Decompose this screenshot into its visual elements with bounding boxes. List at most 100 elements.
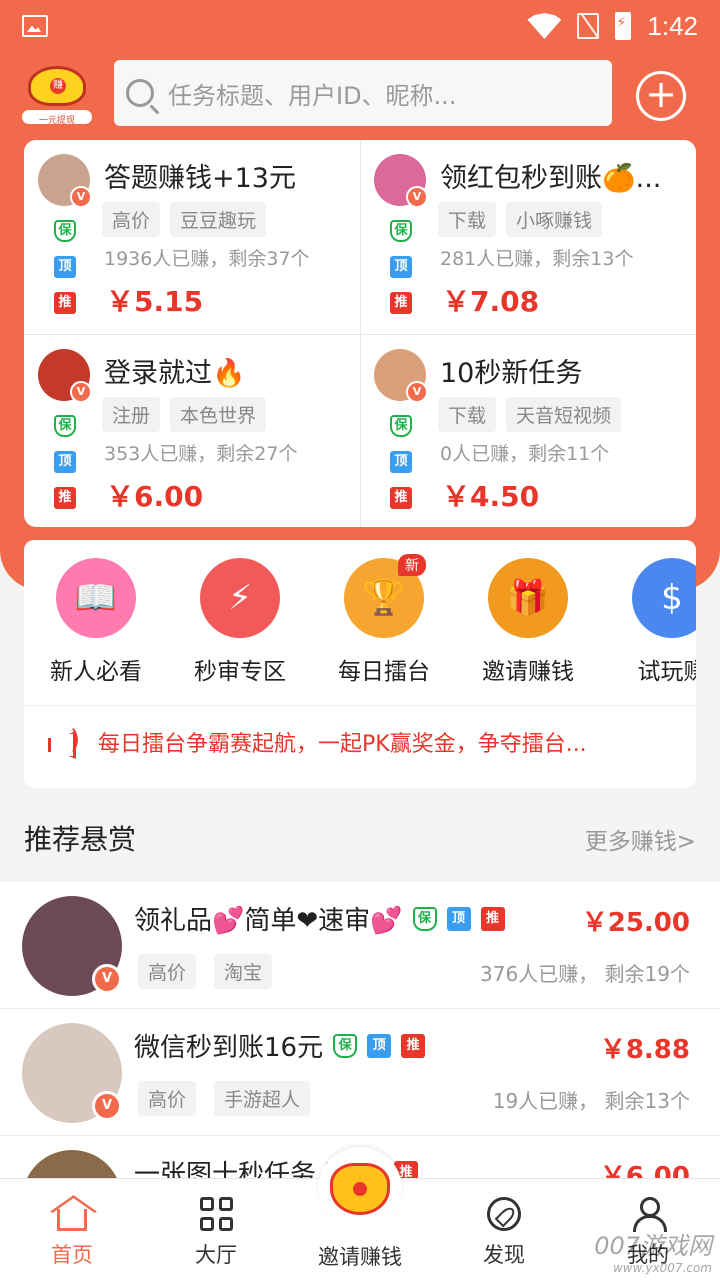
item-tags: 高价 淘宝: [138, 954, 273, 989]
tab-label: 邀请赚钱: [318, 1245, 402, 1269]
task-tag: 豆豆趣玩: [170, 202, 267, 237]
task-tag: 下载: [438, 202, 497, 237]
task-stat: 1936人已赚，剩余37个: [104, 248, 310, 270]
tab-hall[interactable]: 大厅: [144, 1179, 288, 1280]
task-tag: 小啄赚钱: [506, 202, 603, 237]
list-item[interactable]: V 微信秒到账16元保顶推 ￥8.88 高价 手游超人 19人已赚， 剩余13个: [0, 1009, 720, 1136]
app-logo[interactable]: 赚 一元提现: [22, 60, 92, 130]
verified-badge: V: [92, 964, 122, 994]
top-badge: 顶: [390, 256, 412, 278]
task-tags: 下载 天音短视频: [438, 397, 622, 432]
tab-invite[interactable]: 邀请赚钱: [288, 1147, 432, 1280]
watermark: 007游戏网 www.yx007.com: [594, 1232, 712, 1275]
entry-1[interactable]: ⚡ 秒审专区: [168, 558, 312, 686]
tab-discover[interactable]: 发现: [432, 1179, 576, 1280]
guarantee-badge: 保: [333, 1033, 358, 1058]
task-stat: 0人已赚，剩余11个: [440, 443, 610, 465]
verified-badge: V: [406, 381, 428, 403]
add-task-button[interactable]: +: [636, 71, 686, 121]
entry-icon: 📖: [56, 558, 136, 638]
task-title: 10秒新任务: [440, 358, 583, 389]
task-title: 答题赚钱+13元: [104, 163, 296, 194]
top-badge: 顶: [54, 451, 76, 473]
task-price: ￥7.08: [442, 285, 540, 318]
list-item[interactable]: V 领礼品💕简单❤速审💕 保顶推 ￥25.00 高价 淘宝 376人已赚， 剩余19个: [0, 882, 720, 1009]
task-stat: 353人已赚，剩余27个: [104, 443, 298, 465]
item-tag: 高价: [138, 1081, 197, 1116]
task-tag: 高价: [102, 202, 161, 237]
task-tag: 天音短视频: [506, 397, 622, 432]
task-badges: 保顶推: [390, 220, 412, 328]
item-title: 领礼品💕简单❤速审💕: [134, 906, 403, 936]
guarantee-badge: 保: [390, 220, 412, 242]
tab-home[interactable]: 首页: [0, 1179, 144, 1280]
recommend-badge: 推: [54, 292, 76, 314]
search-placeholder: 任务标题、用户ID、昵称...: [168, 81, 457, 110]
tab-label: 发现: [483, 1243, 525, 1267]
entry-label: 新人必看: [50, 659, 142, 685]
home-icon: [57, 1209, 87, 1231]
item-title-row: 领礼品💕简单❤速审💕 保顶推: [134, 900, 505, 937]
entry-label: 每日擂台: [338, 659, 430, 685]
wifi-icon: [527, 13, 562, 39]
recommend-badge: 推: [390, 292, 412, 314]
gallery-notification-icon: [22, 15, 48, 37]
task-title: 登录就过🔥: [104, 358, 246, 389]
task-badges: 保顶推: [54, 220, 76, 328]
recommend-badge: 推: [401, 1033, 426, 1058]
status-bar: 1:42: [0, 0, 720, 52]
entry-icon: 🎁: [488, 558, 568, 638]
grid-icon: [199, 1197, 233, 1231]
task-tags: 下载 小啄赚钱: [438, 202, 603, 237]
gold-ingot-icon: 赚: [28, 66, 86, 106]
top-badge: 顶: [54, 256, 76, 278]
no-sim-icon: [577, 13, 600, 39]
entry-0[interactable]: 📖 新人必看: [24, 558, 168, 686]
task-tag: 下载: [438, 397, 497, 432]
item-price: ￥8.88: [599, 1035, 690, 1065]
divider: [24, 705, 696, 706]
verified-badge: V: [406, 186, 428, 208]
task-stat: 281人已赚，剩余13个: [440, 248, 634, 270]
task-price: ￥6.00: [106, 480, 204, 513]
entry-icon: $: [632, 558, 696, 638]
notice-bar[interactable]: 每日擂台争霸赛起航，一起PK赢奖金，争夺擂台...: [48, 725, 587, 758]
clock: 1:42: [647, 10, 698, 41]
guarantee-badge: 保: [54, 415, 76, 437]
compass-icon: [487, 1197, 521, 1231]
item-stat: 19人已赚， 剩余13个: [492, 1089, 690, 1113]
guarantee-badge: 保: [54, 220, 76, 242]
section-title: 推荐悬赏: [24, 823, 137, 856]
verified-badge: V: [70, 381, 92, 403]
top-badge: 顶: [446, 906, 471, 931]
entry-icon: ⚡: [200, 558, 280, 638]
recommend-badge: 推: [480, 906, 505, 931]
task-badges: 保顶推: [54, 415, 76, 523]
entry-4[interactable]: $ 试玩赚: [600, 558, 696, 686]
hot-task-card[interactable]: V 保顶推领红包秒到账🍊... 下载 小啄赚钱 281人已赚，剩余13个 ￥7.08: [360, 140, 696, 333]
guarantee-badge: 保: [412, 906, 437, 931]
entry-label: 试玩赚: [637, 659, 697, 685]
top-badge: 顶: [390, 451, 412, 473]
battery-charging-icon: [615, 12, 632, 40]
entry-label: 邀请赚钱: [482, 659, 574, 685]
item-stat: 376人已赚， 剩余19个: [480, 962, 690, 986]
item-title-row: 微信秒到账16元保顶推: [134, 1027, 426, 1064]
notice-text: 每日擂台争霸赛起航，一起PK赢奖金，争夺擂台...: [98, 732, 587, 757]
hot-task-card[interactable]: V 保顶推 10秒新任务 下载 天音短视频 0人已赚，剩余11个 ￥4.50: [360, 335, 696, 528]
recommend-badge: 推: [390, 487, 412, 509]
search-input[interactable]: 任务标题、用户ID、昵称...: [114, 60, 612, 126]
more-link[interactable]: 更多赚钱>: [585, 822, 696, 856]
task-tag: 注册: [102, 397, 161, 432]
item-tag: 高价: [138, 954, 197, 989]
hot-task-card[interactable]: V 保顶推登录就过🔥 注册 本色世界 353人已赚，剩余27个 ￥6.00: [24, 335, 360, 528]
entry-3[interactable]: 🎁 邀请赚钱: [456, 558, 600, 686]
task-price: ￥5.15: [106, 285, 204, 318]
new-badge: 新: [398, 554, 426, 576]
verified-badge: V: [92, 1091, 122, 1121]
hot-task-card[interactable]: V 保顶推答题赚钱+13元 高价 豆豆趣玩 1936人已赚，剩余37个 ￥5.15: [24, 140, 360, 333]
recommend-badge: 推: [54, 487, 76, 509]
task-badges: 保顶推: [390, 415, 412, 523]
item-tag: 淘宝: [214, 954, 273, 989]
entry-2[interactable]: 🏆 新每日擂台: [312, 554, 456, 686]
